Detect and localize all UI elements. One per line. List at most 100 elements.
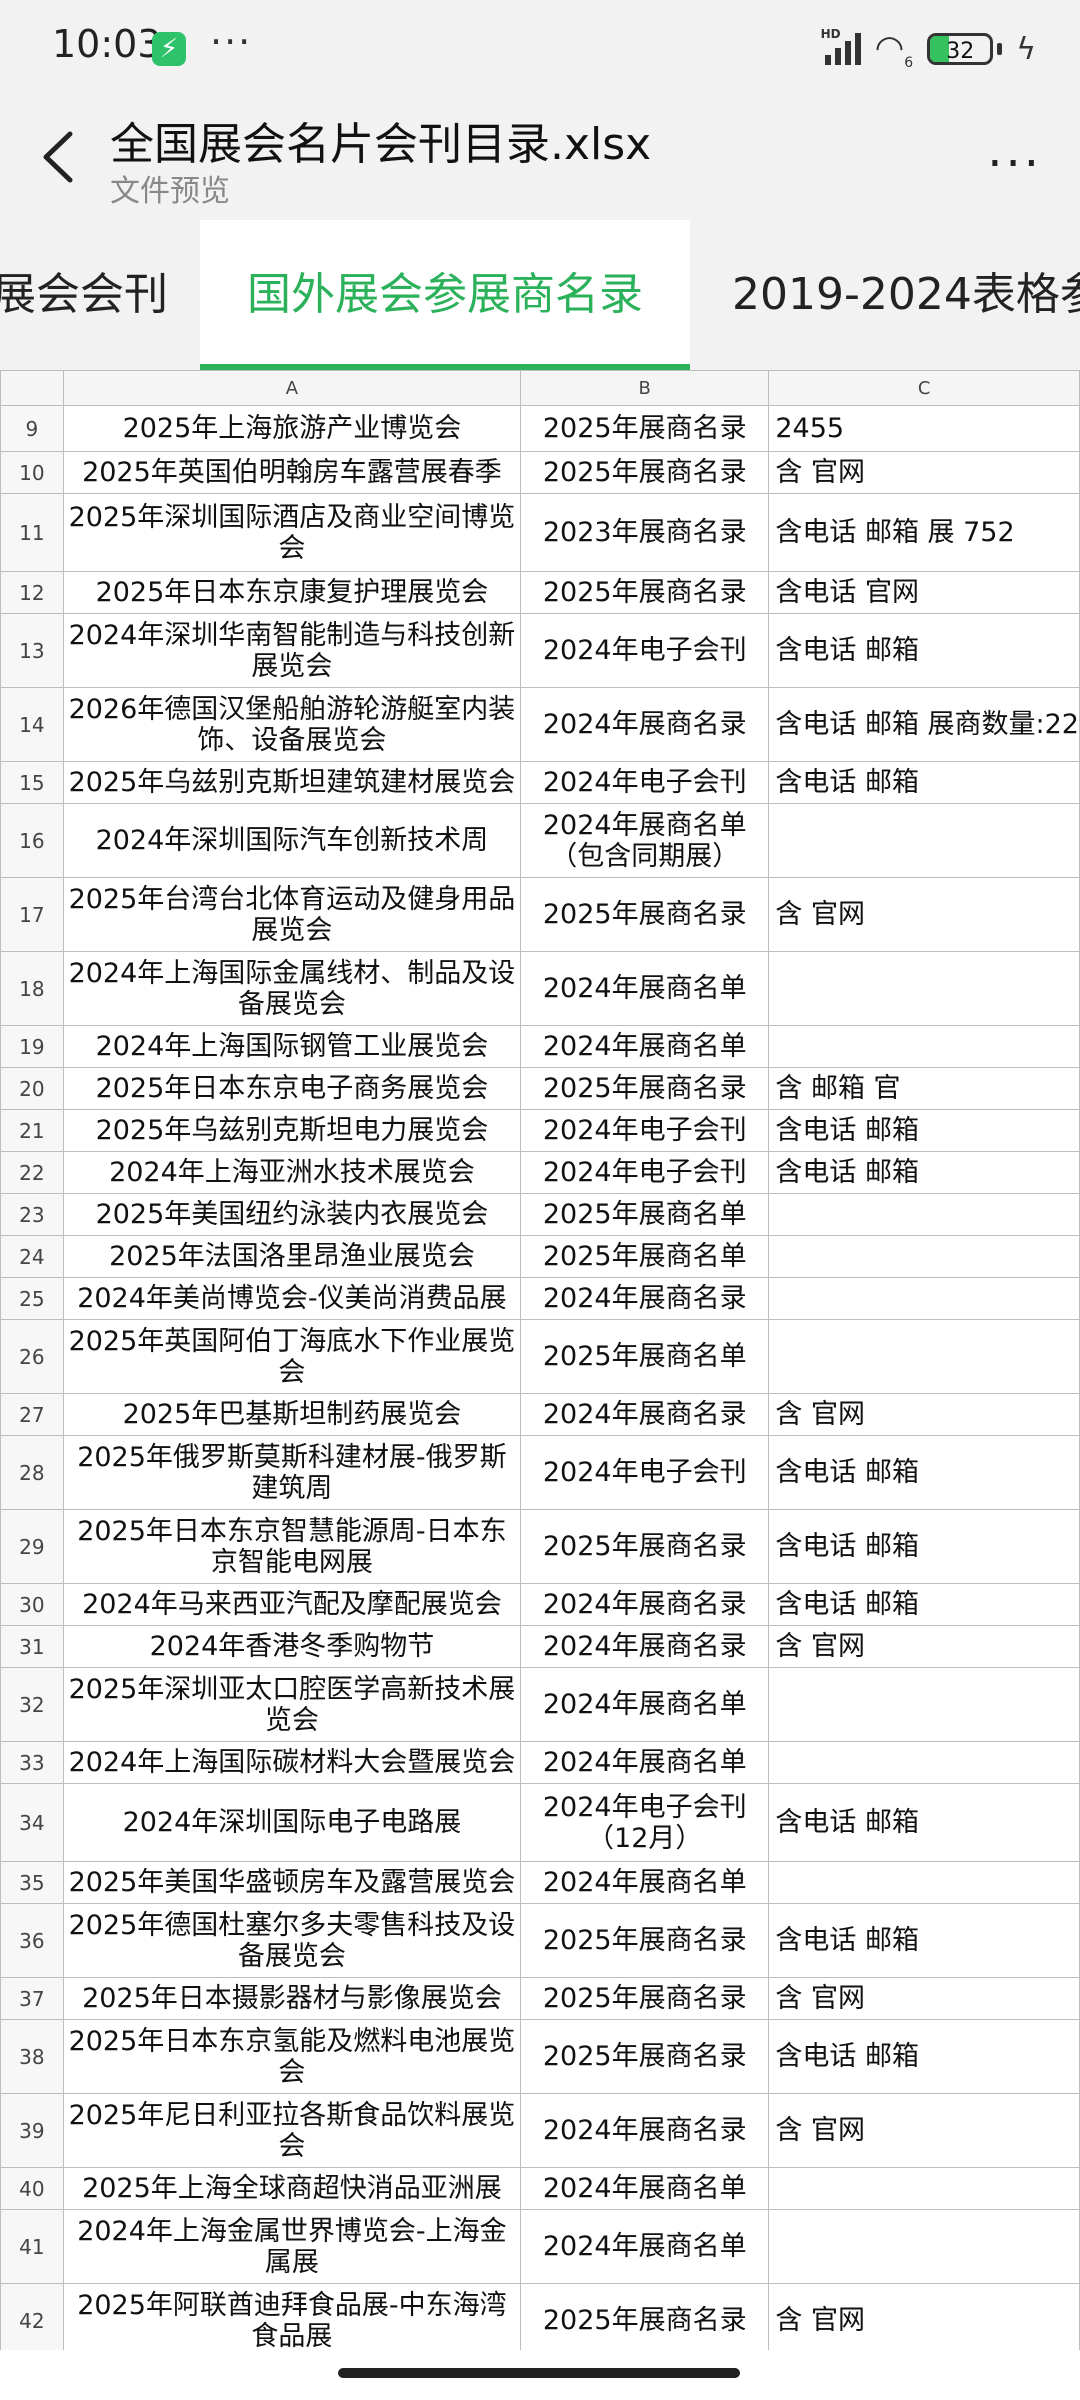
- cell-a[interactable]: 2025年美国华盛顿房车及露营展览会: [62, 1861, 522, 1904]
- table-row[interactable]: 12 2025年日本东京康复护理展览会 2025年展商名录 含电话 官网: [0, 571, 1080, 614]
- row-number[interactable]: 27: [0, 1393, 64, 1436]
- cell-a[interactable]: 2025年日本东京智慧能源周-日本东京智能电网展: [62, 1509, 522, 1584]
- row-number[interactable]: 21: [0, 1109, 64, 1152]
- cell-b[interactable]: 2025年展商名录: [520, 1903, 770, 1978]
- table-row[interactable]: 29 2025年日本东京智慧能源周-日本东京智能电网展 2025年展商名录 含电话 邮…: [0, 1509, 1080, 1584]
- cell-a[interactable]: 2025年上海旅游产业博览会: [62, 405, 522, 452]
- cell-c[interactable]: [768, 803, 1080, 878]
- row-number[interactable]: 18: [0, 951, 64, 1026]
- row-number[interactable]: 10: [0, 451, 64, 494]
- cell-c[interactable]: [768, 1741, 1080, 1784]
- cell-b[interactable]: 2024年展商名单: [520, 1861, 770, 1904]
- cell-b[interactable]: 2024年展商名单: [520, 1741, 770, 1784]
- cell-c[interactable]: [768, 1235, 1080, 1278]
- cell-a[interactable]: 2025年尼日利亚拉各斯食品饮料展览会: [62, 2093, 522, 2168]
- cell-a[interactable]: 2025年日本东京氢能及燃料电池展览会: [62, 2019, 522, 2094]
- cell-c[interactable]: [768, 1025, 1080, 1068]
- cell-a[interactable]: 2025年深圳国际酒店及商业空间博览会: [62, 493, 522, 572]
- table-row[interactable]: 9 2025年上海旅游产业博览会 2025年展商名录 2455: [0, 405, 1080, 452]
- spreadsheet-grid[interactable]: A B C 9 2025年上海旅游产业博览会 2025年展商名录 2455 10 2025…: [0, 370, 1080, 2350]
- cell-c[interactable]: [768, 1277, 1080, 1320]
- cell-b[interactable]: 2025年展商名单: [520, 1235, 770, 1278]
- row-number[interactable]: 22: [0, 1151, 64, 1194]
- cell-b[interactable]: 2024年电子会刊: [520, 761, 770, 804]
- table-row[interactable]: 31 2024年香港冬季购物节 2024年展商名录含 官网: [0, 1625, 1080, 1668]
- cell-b[interactable]: 2025年展商名单: [520, 1193, 770, 1236]
- tab-sheet-3[interactable]: 2019-2024表格参: [732, 220, 1080, 370]
- row-number[interactable]: 39: [0, 2093, 64, 2168]
- cell-a[interactable]: 2025年阿联酋迪拜食品展-中东海湾食品展: [62, 2283, 522, 2350]
- cell-a[interactable]: 2025年俄罗斯莫斯科建材展-俄罗斯建筑周: [62, 1435, 522, 1510]
- cell-c[interactable]: 含电话 邮箱: [768, 1783, 1080, 1862]
- row-number[interactable]: 17: [0, 877, 64, 952]
- cell-a[interactable]: 2025年乌兹别克斯坦电力展览会: [62, 1109, 522, 1152]
- table-row[interactable]: 20 2025年日本东京电子商务展览会 2025年展商名录含 邮箱 官: [0, 1067, 1080, 1110]
- row-number[interactable]: 31: [0, 1625, 64, 1668]
- column-header-a[interactable]: A: [62, 370, 522, 406]
- cell-b[interactable]: 2024年电子会刊: [520, 1151, 770, 1194]
- cell-a[interactable]: 2025年深圳亚太口腔医学高新技术展览会: [62, 1667, 522, 1742]
- cell-b[interactable]: 2024年展商名单: [520, 2167, 770, 2210]
- table-row[interactable]: 35 2025年美国华盛顿房车及露营展览会 2024年展商名单: [0, 1861, 1080, 1904]
- cell-b[interactable]: 2024年展商名单: [520, 1667, 770, 1742]
- tab-sheet-2[interactable]: 国外展会参展商名录: [200, 220, 690, 370]
- row-number[interactable]: 34: [0, 1783, 64, 1862]
- cell-b[interactable]: 2024年展商名录: [520, 1625, 770, 1668]
- column-header-c[interactable]: C: [768, 370, 1080, 406]
- cell-a[interactable]: 2025年日本东京康复护理展览会: [62, 571, 522, 614]
- column-header-b[interactable]: B: [520, 370, 770, 406]
- cell-a[interactable]: 2024年马来西亚汽配及摩配展览会: [62, 1583, 522, 1626]
- cell-a[interactable]: 2024年深圳华南智能制造与科技创新展览会: [62, 613, 522, 688]
- table-row[interactable]: 18 2024年上海国际金属线材、制品及设备展览会 2024年展商名单: [0, 951, 1080, 1026]
- table-row[interactable]: 16 2024年深圳国际汽车创新技术周 2024年展商名单（包含同期展）: [0, 803, 1080, 878]
- cell-a[interactable]: 2025年日本东京电子商务展览会: [62, 1067, 522, 1110]
- cell-c[interactable]: [768, 2209, 1080, 2284]
- cell-a[interactable]: 2025年台湾台北体育运动及健身用品展览会: [62, 877, 522, 952]
- row-number[interactable]: 19: [0, 1025, 64, 1068]
- row-number[interactable]: 23: [0, 1193, 64, 1236]
- row-number[interactable]: 13: [0, 613, 64, 688]
- table-row[interactable]: 17 2025年台湾台北体育运动及健身用品展览会 2025年展商名录含 官网: [0, 877, 1080, 952]
- cell-b[interactable]: 2025年展商名录: [520, 451, 770, 494]
- cell-a[interactable]: 2025年日本摄影器材与影像展览会: [62, 1977, 522, 2020]
- cell-a[interactable]: 2024年深圳国际电子电路展: [62, 1783, 522, 1862]
- cell-c[interactable]: 含电话 邮箱: [768, 1509, 1080, 1584]
- table-row[interactable]: 34 2024年深圳国际电子电路展 2024年电子会刊（12月） 含电话 邮箱: [0, 1783, 1080, 1862]
- table-row[interactable]: 33 2024年上海国际碳材料大会暨展览会 2024年展商名单: [0, 1741, 1080, 1784]
- row-number[interactable]: 20: [0, 1067, 64, 1110]
- cell-b[interactable]: 2025年展商名录: [520, 877, 770, 952]
- row-number[interactable]: 32: [0, 1667, 64, 1742]
- cell-c[interactable]: 含 官网: [768, 2093, 1080, 2168]
- table-row[interactable]: 13 2024年深圳华南智能制造与科技创新展览会 2024年电子会刊 含电话 邮箱: [0, 613, 1080, 688]
- row-number[interactable]: 9: [0, 405, 64, 452]
- table-row[interactable]: 21 2025年乌兹别克斯坦电力展览会 2024年电子会刊 含电话 邮箱: [0, 1109, 1080, 1152]
- cell-c[interactable]: 含电话 邮箱: [768, 1583, 1080, 1626]
- cell-c[interactable]: 含电话 邮箱 展商数量:22: [768, 687, 1080, 762]
- cell-b[interactable]: 2025年展商名录: [520, 1509, 770, 1584]
- row-number[interactable]: 24: [0, 1235, 64, 1278]
- row-number[interactable]: 29: [0, 1509, 64, 1584]
- cell-b[interactable]: 2024年电子会刊（12月）: [520, 1783, 770, 1862]
- cell-c[interactable]: [768, 2167, 1080, 2210]
- row-number[interactable]: 33: [0, 1741, 64, 1784]
- row-number[interactable]: 35: [0, 1861, 64, 1904]
- cell-c[interactable]: 含电话 邮箱: [768, 1435, 1080, 1510]
- cell-c[interactable]: 含 官网: [768, 1393, 1080, 1436]
- row-number[interactable]: 41: [0, 2209, 64, 2284]
- cell-c[interactable]: 含电话 官网: [768, 571, 1080, 614]
- table-row[interactable]: 41 2024年上海金属世界博览会-上海金属展 2024年展商名单: [0, 2209, 1080, 2284]
- table-row[interactable]: 27 2025年巴基斯坦制药展览会 2024年展商名录含 官网: [0, 1393, 1080, 1436]
- cell-c[interactable]: 2455: [768, 405, 1080, 452]
- table-row[interactable]: 22 2024年上海亚洲水技术展览会 2024年电子会刊 含电话 邮箱: [0, 1151, 1080, 1194]
- table-row[interactable]: 23 2025年美国纽约泳装内衣展览会 2025年展商名单: [0, 1193, 1080, 1236]
- cell-b[interactable]: 2024年展商名单: [520, 1025, 770, 1068]
- table-row[interactable]: 38 2025年日本东京氢能及燃料电池展览会 2025年展商名录 含电话 邮箱: [0, 2019, 1080, 2094]
- cell-b[interactable]: 2025年展商名录: [520, 571, 770, 614]
- row-number[interactable]: 15: [0, 761, 64, 804]
- cell-a[interactable]: 2025年美国纽约泳装内衣展览会: [62, 1193, 522, 1236]
- row-number[interactable]: 12: [0, 571, 64, 614]
- cell-a[interactable]: 2026年德国汉堡船舶游轮游艇室内装饰、设备展览会: [62, 687, 522, 762]
- back-button[interactable]: [30, 122, 90, 192]
- row-number[interactable]: 25: [0, 1277, 64, 1320]
- cell-a[interactable]: 2025年英国阿伯丁海底水下作业展览会: [62, 1319, 522, 1394]
